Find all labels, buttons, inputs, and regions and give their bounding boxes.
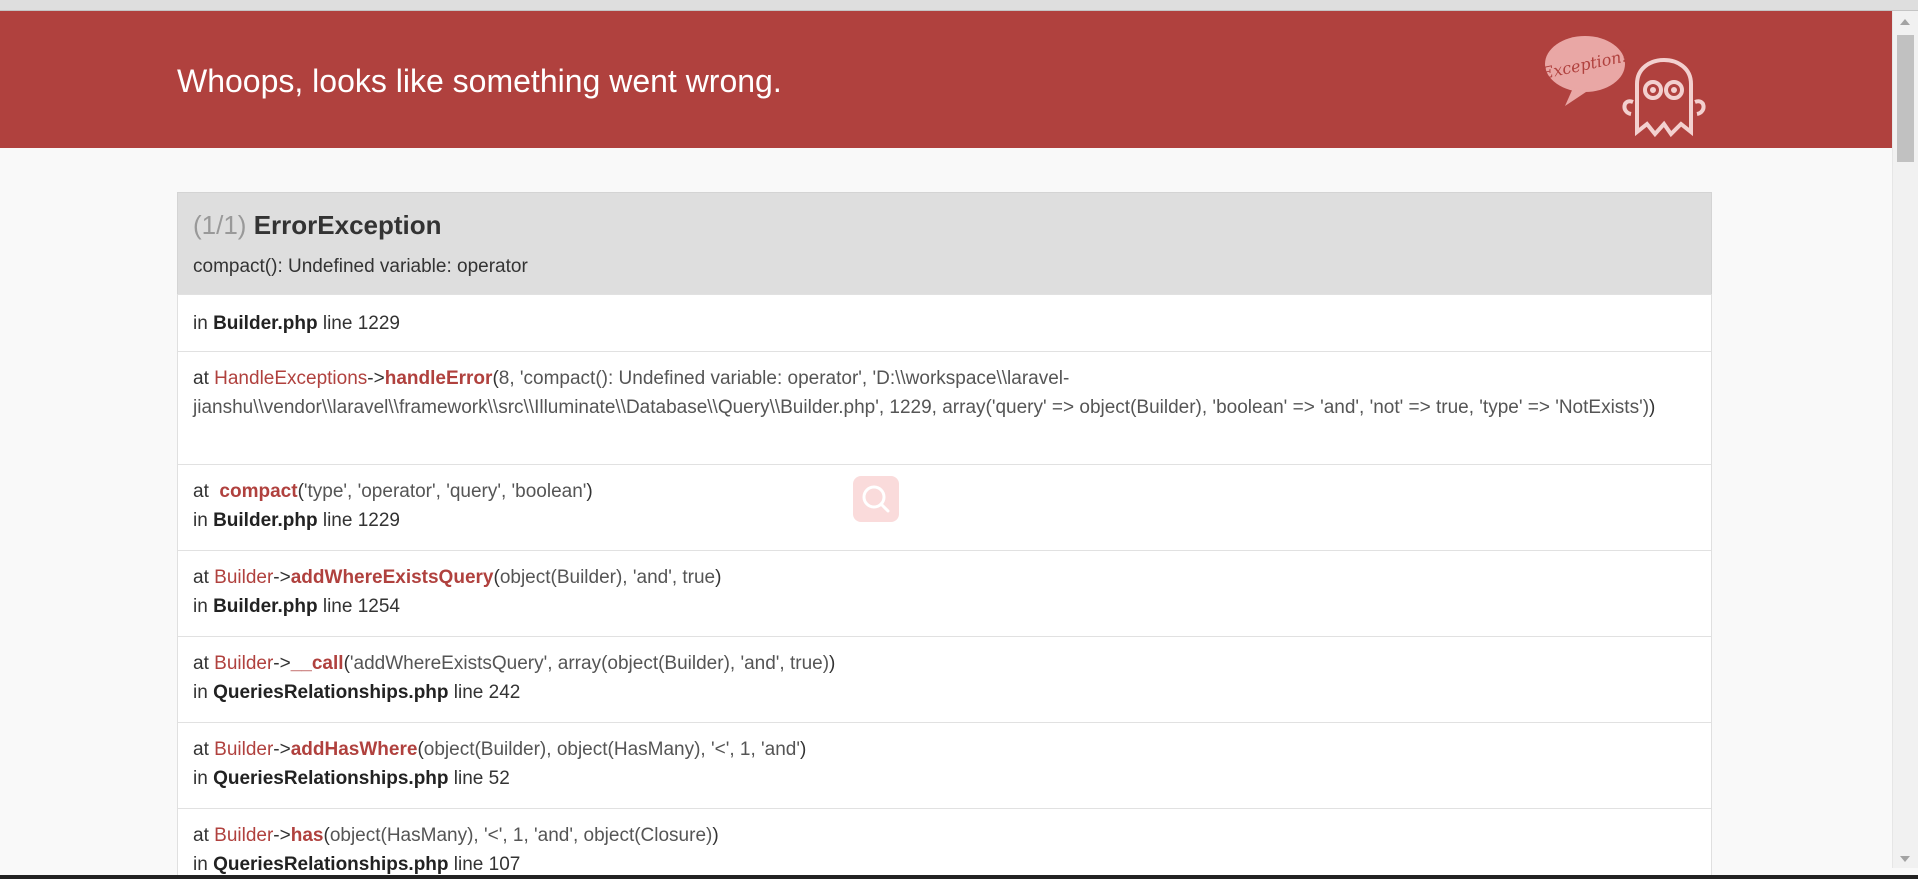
trace-line: 242 [488,682,521,703]
search-overlay-button[interactable] [853,476,899,522]
trace-frame: at Builder->addWhereExistsQuery(object(B… [178,550,1711,636]
trace-frame: at Builder->addHasWhere(object(Builder),… [178,722,1711,808]
stack-trace: in Builder.php line 1229 at HandleExcept… [177,294,1712,879]
trace-line: 1229 [357,510,400,531]
trace-frame: at Builder->has(object(HasMany), '<', 1,… [178,808,1711,879]
trace-file: Builder.php [213,510,318,531]
trace-line: 107 [488,854,521,875]
trace-function: handleError [384,368,493,389]
trace-args: object(Builder), object(HasMany), '<', 1… [423,739,800,760]
scroll-down-arrow-icon[interactable] [1900,856,1910,862]
trace-frame: at Builder->__call('addWhereExistsQuery'… [178,636,1711,722]
trace-function: compact [219,481,298,502]
exception-container: (1/1) ErrorException compact(): Undefine… [177,192,1712,879]
browser-top-edge [0,0,1918,11]
trace-frame: at HandleExceptions->handleError(8, 'com… [178,351,1711,464]
scrollbar-thumb[interactable] [1897,35,1914,162]
trace-function: addWhereExistsQuery [290,567,494,588]
trace-args: 'addWhereExistsQuery', array(object(Buil… [349,653,830,674]
trace-function: has [290,825,324,846]
trace-class: HandleExceptions [214,368,368,389]
vertical-scrollbar[interactable] [1892,11,1918,868]
exception-count: (1/1) [193,210,247,240]
trace-file: QueriesRelationships.php [213,854,449,875]
trace-file: Builder.php [213,313,318,334]
error-header: Whoops, looks like something went wrong.… [0,11,1893,148]
trace-function: addHasWhere [290,739,418,760]
exception-class: ErrorException [253,210,442,240]
trace-class: Builder [214,567,274,588]
trace-args-rest: array('query' => object(Builder), 'boole… [942,397,1650,418]
trace-location: in Builder.php line 1229 [178,294,1711,351]
trace-line: 1229 [357,313,400,334]
trace-class: Builder [214,653,274,674]
page-title: Whoops, looks like something went wrong. [177,63,782,99]
trace-args: object(HasMany), '<', 1, 'and', object(C… [329,825,713,846]
trace-line: 52 [488,768,510,789]
trace-class: Builder [214,825,274,846]
trace-file: QueriesRelationships.php [213,682,449,703]
exception-summary: (1/1) ErrorException compact(): Undefine… [177,192,1712,294]
trace-file: Builder.php [213,596,318,617]
window-bottom-edge [0,875,1918,879]
exception-title: (1/1) ErrorException [193,210,442,241]
search-icon [862,485,890,513]
trace-file: QueriesRelationships.php [213,768,449,789]
trace-line: 1254 [357,596,400,617]
exception-message: compact(): Undefined variable: operator [193,256,528,277]
trace-class: Builder [214,739,274,760]
trace-args: object(Builder), 'and', true [499,567,716,588]
exception-ghost-icon: Exception! [1539,28,1718,148]
trace-args: 'type', 'operator', 'query', 'boolean' [303,481,587,502]
trace-frame: at compact('type', 'operator', 'query', … [178,464,1711,550]
trace-function: __call [290,653,344,674]
scroll-up-arrow-icon[interactable] [1900,19,1910,25]
